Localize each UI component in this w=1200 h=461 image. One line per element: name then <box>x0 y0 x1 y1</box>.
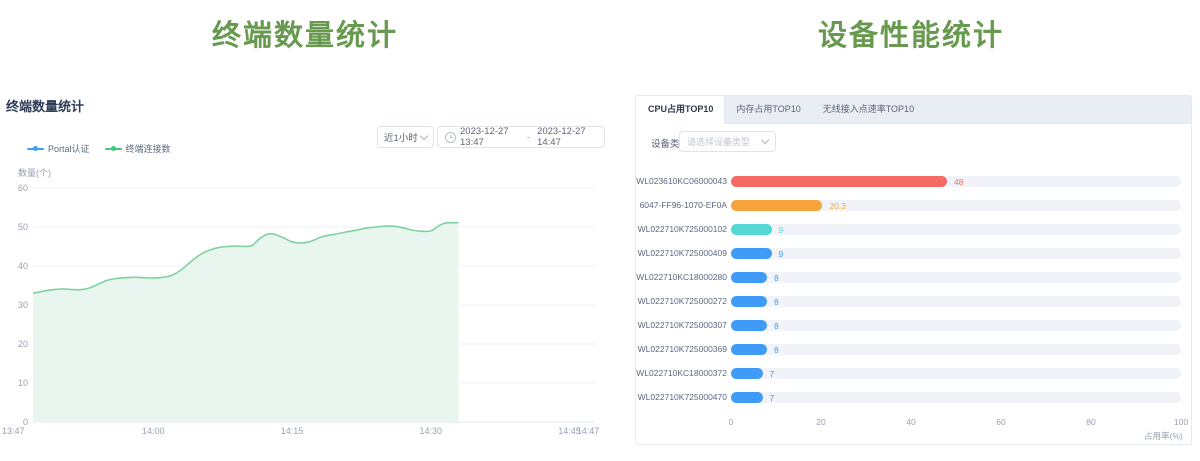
time-range-select[interactable]: 近1小时 <box>377 126 434 148</box>
bar-value-label: 7 <box>770 369 775 379</box>
bar-track <box>731 296 1181 307</box>
x-tick-label: 14:15 <box>281 426 304 436</box>
performance-panel: CPU占用TOP10内存占用TOP10无线接入点速率TOP10 设备类型 请选择… <box>635 95 1192 445</box>
bar-category-label: WL022710K725000470 <box>636 392 727 402</box>
legend-label: 终端连接数 <box>126 142 171 155</box>
bar-x-tick-label: 100 <box>1166 417 1196 427</box>
y-tick-label: 60 <box>18 183 28 193</box>
x-tick-label: 14:00 <box>142 426 165 436</box>
chevron-down-icon <box>761 136 769 144</box>
bar-x-tick-label: 20 <box>806 417 836 427</box>
performance-section-title: 设备性能统计 <box>630 12 1192 54</box>
bar-x-tick-label: 60 <box>986 417 1016 427</box>
tab-2[interactable]: 无线接入点速率TOP10 <box>812 96 925 123</box>
bar <box>731 368 763 379</box>
legend-marker-icon <box>105 145 122 153</box>
bar-category-label: 6047-FF96-1070-EF0A <box>636 200 727 210</box>
clock-icon <box>445 132 456 143</box>
bar-category-label: WL022710K725000272 <box>636 296 727 306</box>
bar-category-label: WL022710K725000409 <box>636 248 727 258</box>
date-end: 2023-12-27 14:47 <box>537 126 597 148</box>
time-range-value: 近1小时 <box>384 130 418 144</box>
chart-legend: Portal认证 终端连接数 <box>27 142 171 155</box>
legend-item-0[interactable]: Portal认证 <box>27 142 90 155</box>
bar-track <box>731 320 1181 331</box>
legend-label: Portal认证 <box>48 142 90 155</box>
tab-0[interactable]: CPU占用TOP10 <box>636 96 725 124</box>
bar <box>731 176 947 187</box>
bar-value-label: 7 <box>770 393 775 403</box>
bar <box>731 200 822 211</box>
bar-x-tick-label: 40 <box>896 417 926 427</box>
bar-track <box>731 272 1181 283</box>
area-fill <box>33 223 459 422</box>
y-tick-label: 50 <box>18 222 28 232</box>
date-separator: - <box>527 132 530 143</box>
bar-x-tick-label: 80 <box>1076 417 1106 427</box>
tab-1[interactable]: 内存占用TOP10 <box>725 96 811 123</box>
y-tick-label: 40 <box>18 261 28 271</box>
bar <box>731 296 767 307</box>
bar-value-label: 20.3 <box>829 201 846 211</box>
device-type-placeholder: 请选择设备类型 <box>687 135 750 148</box>
terminal-section-title: 终端数量统计 <box>0 12 610 54</box>
bar-category-label: WL022710K725000102 <box>636 224 727 234</box>
y-tick-label: 20 <box>18 339 28 349</box>
bar-value-label: 48 <box>954 177 963 187</box>
y-tick-label: 10 <box>18 378 28 388</box>
terminal-panel-title: 终端数量统计 <box>6 96 84 115</box>
y-tick-label: 30 <box>18 300 28 310</box>
bar <box>731 344 767 355</box>
bar <box>731 392 763 403</box>
date-range-picker[interactable]: 2023-12-27 13:47 - 2023-12-27 14:47 <box>437 126 605 148</box>
bar-track <box>731 344 1181 355</box>
bar-track <box>731 368 1181 379</box>
bar-track <box>731 248 1181 259</box>
terminal-line-chart: 010203040506013:4714:0014:1514:3014:4514… <box>0 178 610 456</box>
bar-value-label: 8 <box>774 297 779 307</box>
bar <box>731 272 767 283</box>
bar-value-label: 8 <box>774 345 779 355</box>
bar-value-label: 8 <box>774 273 779 283</box>
device-type-select[interactable]: 请选择设备类型 <box>679 131 776 152</box>
bar-track <box>731 224 1181 235</box>
bar-value-label: 9 <box>779 249 784 259</box>
bar-value-label: 8 <box>774 321 779 331</box>
bar-value-label: 9 <box>779 225 784 235</box>
bar-category-label: WL022710K725000369 <box>636 344 727 354</box>
date-start: 2023-12-27 13:47 <box>460 126 520 148</box>
bar-category-label: WL022710KC18000372 <box>636 368 727 378</box>
bar <box>731 248 772 259</box>
legend-item-1[interactable]: 终端连接数 <box>105 142 171 155</box>
bar-category-label: WL023610KC06000043 <box>636 176 727 186</box>
bar-category-label: WL022710KC18000280 <box>636 272 727 282</box>
x-tick-label: 14:47 <box>577 426 600 436</box>
bar-x-axis-label: 占用率(%) <box>1144 430 1183 442</box>
x-tick-label: 13:47 <box>2 426 25 436</box>
bar <box>731 320 767 331</box>
bar-category-label: WL022710K725000307 <box>636 320 727 330</box>
tab-bar: CPU占用TOP10内存占用TOP10无线接入点速率TOP10 <box>636 96 1191 124</box>
chevron-down-icon <box>420 131 428 139</box>
bar-track <box>731 392 1181 403</box>
legend-marker-icon <box>27 145 44 153</box>
x-tick-label: 14:30 <box>419 426 442 436</box>
bar <box>731 224 772 235</box>
bar-x-tick-label: 0 <box>716 417 746 427</box>
